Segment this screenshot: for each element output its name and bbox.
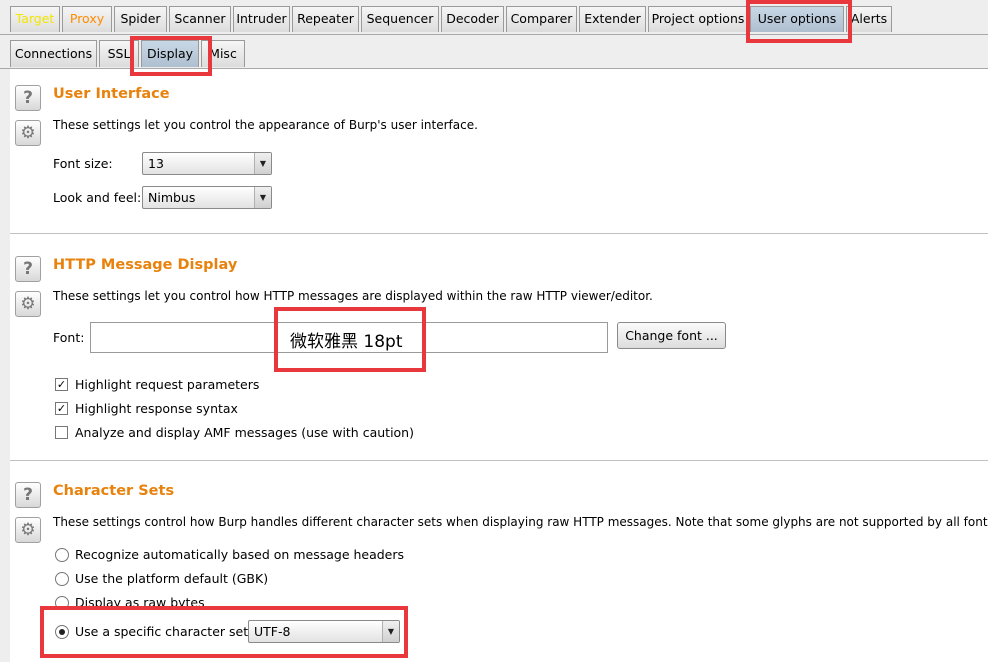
- charset-platform-label: Use the platform default (GBK): [75, 571, 269, 586]
- tab-sequencer[interactable]: Sequencer: [361, 6, 439, 32]
- section-description: These settings let you control how HTTP …: [53, 289, 653, 303]
- chevron-down-icon: ▼: [254, 153, 271, 174]
- gear-icon[interactable]: ⚙: [15, 291, 41, 317]
- tab-scanner[interactable]: Scanner: [169, 6, 231, 32]
- highlight-request-checkbox[interactable]: ✓: [55, 378, 68, 391]
- font-size-label: Font size:: [53, 156, 113, 171]
- charset-raw-label: Display as raw bytes: [75, 595, 205, 610]
- subtab-ssl[interactable]: SSL: [99, 40, 139, 67]
- subtab-misc[interactable]: Misc: [201, 40, 245, 67]
- chevron-down-icon: ▼: [254, 187, 271, 208]
- font-label: Font:: [53, 330, 85, 345]
- help-icon[interactable]: ?: [15, 85, 41, 111]
- section-title-character-sets: Character Sets: [53, 483, 175, 499]
- tab-spider[interactable]: Spider: [114, 6, 167, 32]
- tab-comparer[interactable]: Comparer: [506, 6, 577, 32]
- look-and-feel-select[interactable]: Nimbus ▼: [142, 186, 272, 209]
- highlight-response-label: Highlight response syntax: [75, 401, 238, 416]
- tab-extender[interactable]: Extender: [579, 6, 646, 32]
- section-description: These settings control how Burp handles …: [53, 515, 988, 529]
- main-tab-bar: Target Proxy Spider Scanner Intruder Rep…: [0, 0, 988, 35]
- section-title-user-interface: User Interface: [53, 86, 170, 102]
- section-description: These settings let you control the appea…: [53, 118, 478, 132]
- charset-value: UTF-8: [254, 624, 291, 639]
- help-icon[interactable]: ?: [15, 256, 41, 282]
- charset-specific-label: Use a specific character set:: [75, 624, 253, 639]
- chevron-down-icon: ▼: [382, 621, 399, 642]
- section-divider: [10, 460, 988, 461]
- gear-icon[interactable]: ⚙: [15, 517, 41, 543]
- tab-intruder[interactable]: Intruder: [233, 6, 290, 32]
- highlight-response-checkbox[interactable]: ✓: [55, 402, 68, 415]
- look-and-feel-value: Nimbus: [148, 190, 196, 205]
- tab-user-options[interactable]: User options: [750, 6, 844, 32]
- font-value: 微软雅黑 18pt: [290, 332, 403, 352]
- section-divider: [10, 233, 988, 234]
- subtab-display[interactable]: Display: [141, 40, 199, 67]
- tab-decoder[interactable]: Decoder: [441, 6, 504, 32]
- tab-project-options[interactable]: Project options: [648, 6, 748, 32]
- font-size-value: 13: [148, 156, 164, 171]
- gear-icon[interactable]: ⚙: [15, 120, 41, 146]
- sub-tab-bar: Connections SSL Display Misc: [0, 35, 988, 69]
- look-and-feel-label: Look and feel:: [53, 190, 142, 205]
- amf-label: Analyze and display AMF messages (use wi…: [75, 425, 414, 440]
- subtab-connections[interactable]: Connections: [10, 40, 97, 67]
- tab-repeater[interactable]: Repeater: [292, 6, 359, 32]
- section-title-http-message-display: HTTP Message Display: [53, 257, 238, 273]
- charset-select[interactable]: UTF-8 ▼: [248, 620, 400, 643]
- tab-target[interactable]: Target: [10, 6, 60, 32]
- charset-platform-radio[interactable]: [55, 572, 69, 586]
- help-icon[interactable]: ?: [15, 482, 41, 508]
- charset-auto-label: Recognize automatically based on message…: [75, 547, 405, 562]
- charset-raw-radio[interactable]: [55, 596, 69, 610]
- font-field[interactable]: 微软雅黑 18pt: [90, 322, 608, 353]
- change-font-button[interactable]: Change font ...: [617, 322, 726, 349]
- charset-specific-radio[interactable]: [55, 625, 69, 639]
- font-size-select[interactable]: 13 ▼: [142, 152, 272, 175]
- amf-checkbox[interactable]: [55, 426, 68, 439]
- highlight-request-label: Highlight request parameters: [75, 377, 260, 392]
- charset-auto-radio[interactable]: [55, 548, 69, 562]
- tab-proxy[interactable]: Proxy: [62, 6, 112, 32]
- tab-alerts[interactable]: Alerts: [846, 6, 892, 32]
